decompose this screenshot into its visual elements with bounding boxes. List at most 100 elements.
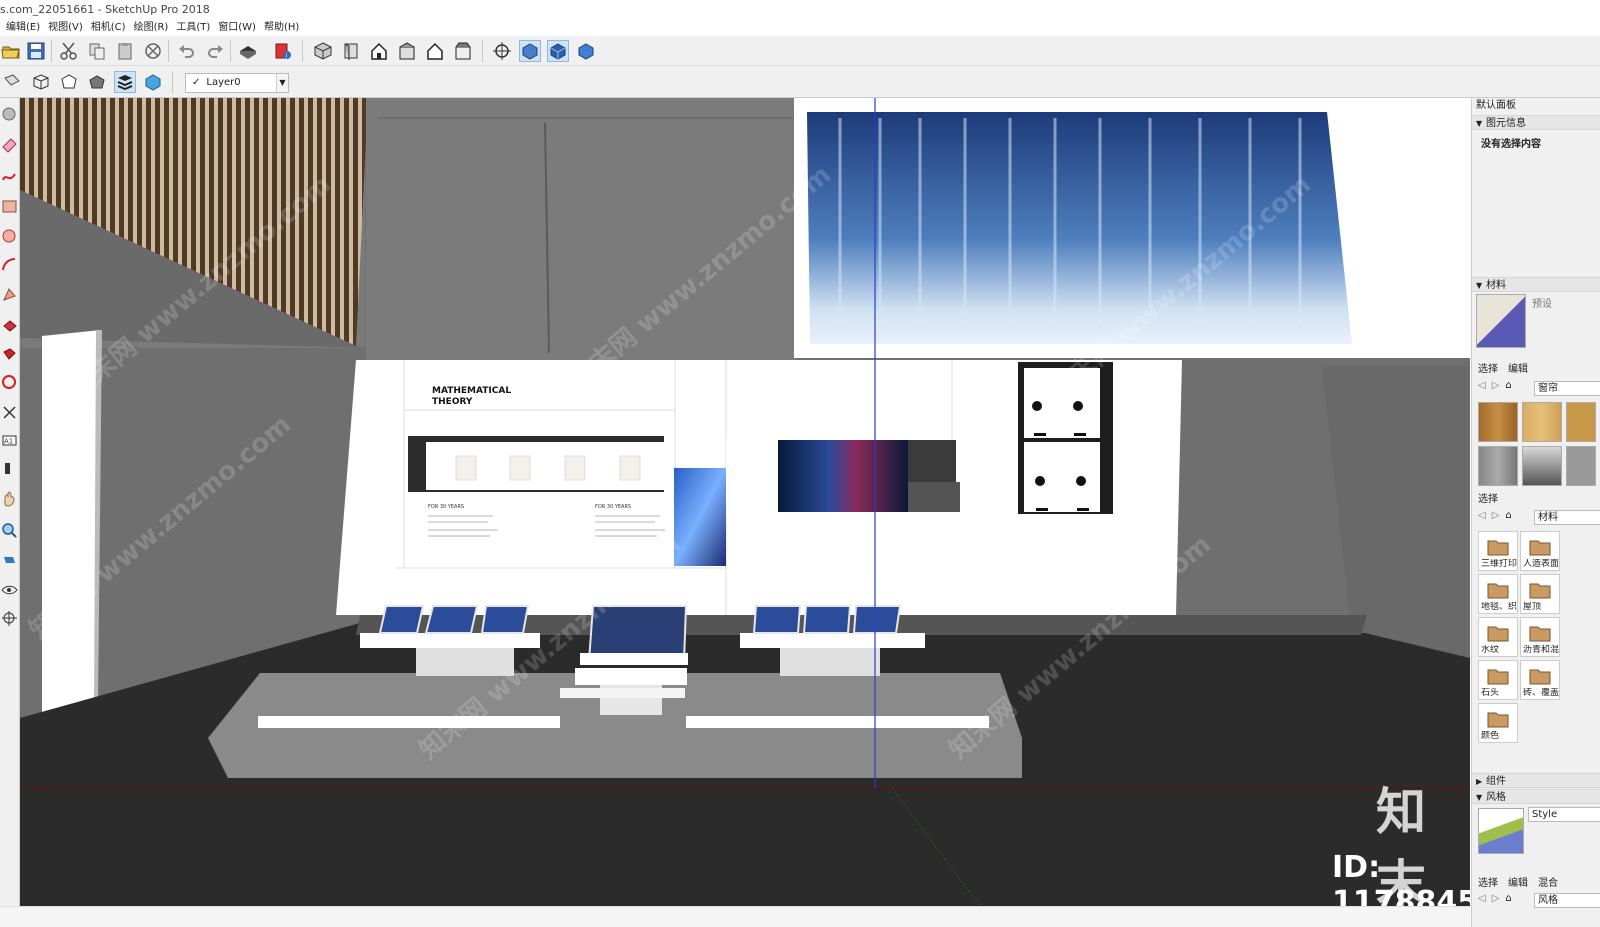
tab-edit[interactable]: 编辑	[1508, 874, 1528, 889]
print-icon[interactable]	[237, 40, 259, 62]
back-arrow-icon[interactable]: ◁	[1478, 380, 1486, 391]
tab-select[interactable]: 选择	[1478, 360, 1498, 375]
hidden-line-icon[interactable]	[58, 71, 80, 93]
material-folder[interactable]: 人造表面	[1520, 531, 1560, 571]
top-view-icon[interactable]	[340, 40, 362, 62]
rectangle-tool-icon[interactable]	[1, 198, 18, 215]
exhibit-caption-right: FOR 30 YEARS	[595, 504, 632, 510]
material-folder[interactable]: 砖、覆盖	[1520, 660, 1560, 700]
layers-icon[interactable]	[114, 71, 136, 93]
select-face-icon[interactable]	[0, 71, 22, 93]
shaded-textures-icon[interactable]	[547, 40, 569, 62]
move-tool-icon[interactable]	[1, 346, 18, 363]
chevron-down-icon[interactable]: ▼	[276, 74, 288, 92]
axes-tool-icon[interactable]	[1, 610, 18, 627]
menu-camera[interactable]: 相机(C)	[91, 20, 126, 36]
wireframe-icon[interactable]	[30, 71, 52, 93]
material-library-select[interactable]: 窗帘	[1534, 381, 1600, 396]
circle-tool-icon[interactable]	[1, 228, 18, 245]
monochrome-icon[interactable]	[575, 40, 597, 62]
erase-icon[interactable]	[142, 40, 164, 62]
material-swatch[interactable]	[1566, 402, 1596, 442]
3d-viewport[interactable]: MATHEMATICAL THEORY FOR 30 YEARS FOR 30 …	[20, 98, 1470, 906]
material-swatch[interactable]	[1522, 446, 1562, 486]
push-pull-tool-icon[interactable]	[1, 318, 18, 335]
layer-value: Layer0	[206, 77, 241, 88]
zoom-tool-icon[interactable]	[1, 522, 18, 539]
material-folder[interactable]: 水纹	[1478, 617, 1518, 657]
shaded-style-icon[interactable]	[86, 71, 108, 93]
select-label: 选择	[1478, 494, 1498, 505]
pan-tool-icon[interactable]	[1, 490, 18, 507]
material-folder[interactable]: 三维打印	[1478, 531, 1518, 571]
forward-arrow-icon[interactable]: ▷	[1492, 893, 1500, 904]
material-swatch[interactable]	[1566, 446, 1596, 486]
undo-icon[interactable]	[176, 40, 198, 62]
look-around-icon[interactable]	[1, 582, 18, 599]
tab-edit[interactable]: 编辑	[1508, 360, 1528, 375]
main-toolbar: i	[0, 36, 1600, 66]
material-folder[interactable]: 石头	[1478, 660, 1518, 700]
material-folder[interactable]: 颜色	[1478, 703, 1518, 743]
copy-icon[interactable]	[86, 40, 108, 62]
material-folder[interactable]: 屋顶	[1520, 574, 1560, 614]
redo-icon[interactable]	[204, 40, 226, 62]
materials-header[interactable]: ▼ 材料	[1472, 277, 1600, 292]
open-icon[interactable]	[0, 40, 22, 62]
shaded-icon[interactable]	[519, 40, 541, 62]
material-folder[interactable]: 沥青和混	[1520, 617, 1560, 657]
material-swatch[interactable]	[1478, 446, 1518, 486]
menu-draw[interactable]: 绘图(R)	[134, 20, 169, 36]
menu-help[interactable]: 帮助(H)	[264, 20, 299, 36]
components-header[interactable]: ▶ 组件	[1472, 773, 1600, 788]
walk-tool-icon[interactable]	[1, 552, 18, 569]
iso-view-icon[interactable]	[312, 40, 334, 62]
styles-header[interactable]: ▼ 风格	[1472, 789, 1600, 804]
scale-tool-icon[interactable]	[1, 404, 18, 421]
rotate-tool-icon[interactable]	[1, 374, 18, 391]
material-swatch[interactable]	[1522, 402, 1562, 442]
model-info-icon[interactable]: i	[272, 40, 294, 62]
tab-mix[interactable]: 混合	[1538, 874, 1558, 889]
material-swatch[interactable]	[1478, 402, 1518, 442]
xray-icon[interactable]	[491, 40, 513, 62]
collapse-triangle-icon: ▼	[1476, 119, 1483, 128]
paste-icon[interactable]	[114, 40, 136, 62]
tab-select[interactable]: 选择	[1478, 874, 1498, 889]
xray-style-icon[interactable]	[142, 71, 164, 93]
back-arrow-icon[interactable]: ◁	[1478, 893, 1486, 904]
text-tool-icon[interactable]: A1	[1, 432, 18, 449]
material-category-select[interactable]: 材料	[1534, 510, 1600, 525]
preset-label: 预设	[1532, 299, 1552, 310]
menu-view[interactable]: 视图(V)	[48, 20, 83, 36]
select-tool-icon[interactable]	[1, 106, 18, 123]
material-folder[interactable]: 地毯、织	[1478, 574, 1518, 614]
style-name-field[interactable]: Style	[1528, 807, 1600, 822]
home-icon[interactable]: ⌂	[1505, 893, 1511, 904]
forward-arrow-icon[interactable]: ▷	[1492, 510, 1500, 521]
front-view-icon[interactable]	[368, 40, 390, 62]
right-view-icon[interactable]	[396, 40, 418, 62]
style-library-select[interactable]: 风格	[1534, 893, 1600, 908]
home-icon[interactable]: ⌂	[1505, 380, 1511, 391]
arc-tool-icon[interactable]	[1, 256, 18, 273]
menu-edit[interactable]: 编辑(E)	[6, 20, 40, 36]
styles-nav: ◁ ▷ ⌂	[1478, 893, 1512, 904]
back-arrow-icon[interactable]: ◁	[1478, 510, 1486, 521]
paint-tool-icon[interactable]	[1, 460, 18, 477]
layer-check-icon: ✓	[192, 77, 201, 88]
menu-tools[interactable]: 工具(T)	[176, 20, 210, 36]
save-icon[interactable]	[25, 40, 47, 62]
cut-icon[interactable]	[58, 40, 80, 62]
menu-window[interactable]: 窗口(W)	[218, 20, 256, 36]
home-icon[interactable]: ⌂	[1505, 510, 1511, 521]
freehand-tool-icon[interactable]	[1, 168, 18, 185]
left-view-icon[interactable]	[452, 40, 474, 62]
layer-select[interactable]: ✓ Layer0 ▼	[185, 73, 289, 93]
eraser-tool-icon[interactable]	[1, 136, 18, 153]
back-view-icon[interactable]	[424, 40, 446, 62]
forward-arrow-icon[interactable]: ▷	[1492, 380, 1500, 391]
entity-info-header[interactable]: ▼ 图元信息	[1472, 115, 1600, 130]
pie-tool-icon[interactable]	[1, 286, 18, 303]
scene-model	[20, 98, 1470, 906]
